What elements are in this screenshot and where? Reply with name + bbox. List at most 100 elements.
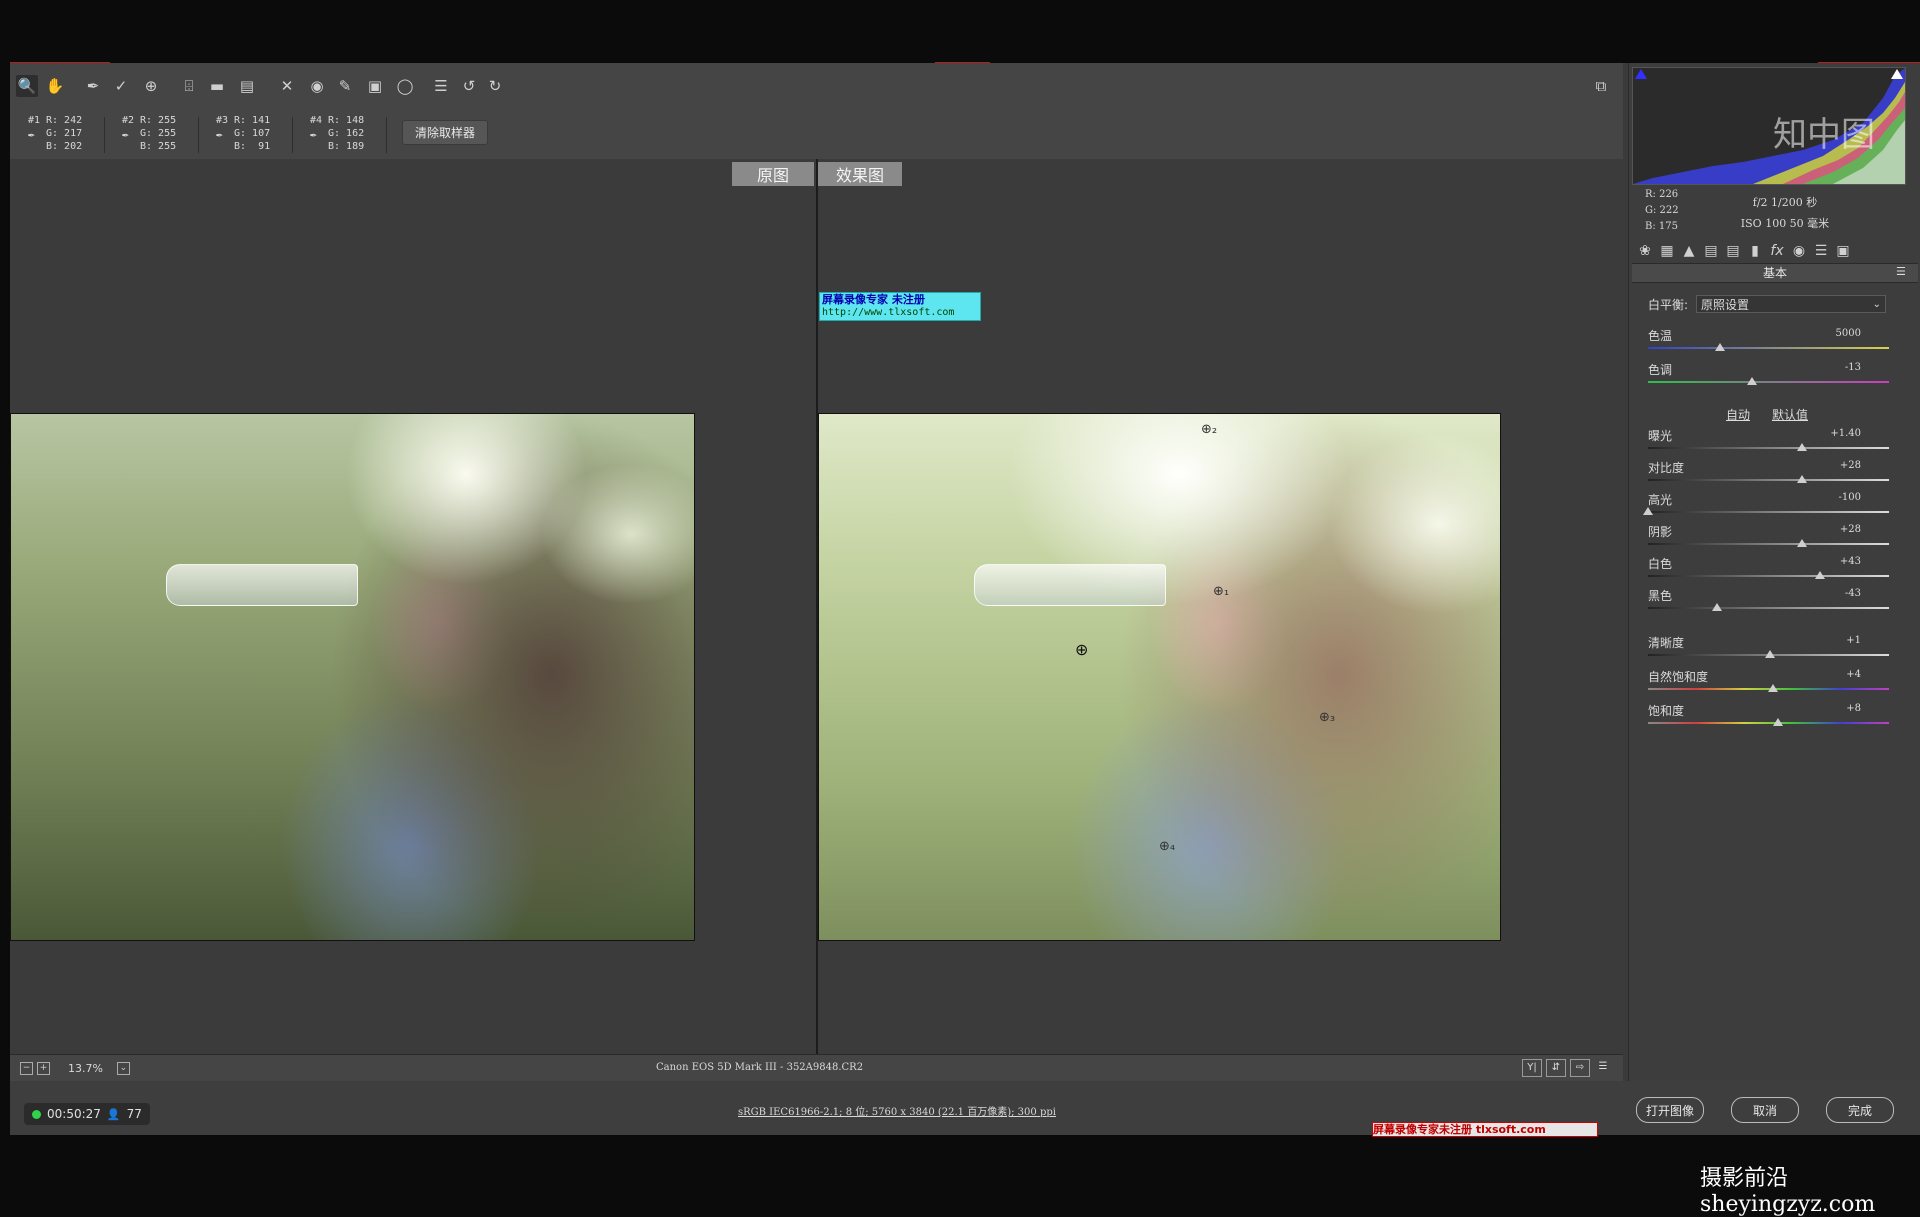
slider-thumb[interactable] (1773, 718, 1784, 726)
slider-track[interactable] (1648, 447, 1889, 449)
after-label: 效果图 (818, 162, 902, 186)
slider-value[interactable]: +28 (1840, 460, 1861, 471)
timer-value: 00:50:27 (47, 1107, 101, 1121)
water-bottle (166, 564, 358, 606)
slider-thumb[interactable] (1797, 443, 1808, 451)
slider-track[interactable] (1648, 479, 1889, 481)
default-button[interactable]: 默认值 (1772, 406, 1808, 423)
slider-thumb[interactable] (1768, 684, 1779, 692)
done-button[interactable]: 完成 (1826, 1097, 1894, 1123)
divider (198, 117, 199, 153)
white-balance-select[interactable]: 原照设置 ⌄ (1696, 295, 1886, 313)
slider-thumb[interactable] (1797, 539, 1808, 547)
file-name: Canon EOS 5D Mark III - 352A9848.CR2 (656, 1062, 864, 1073)
divider (292, 117, 293, 153)
basic-tab-icon[interactable]: ❀ (1636, 243, 1654, 259)
chevron-down-icon[interactable]: ⌄ (116, 1062, 130, 1075)
slider-track[interactable] (1648, 543, 1889, 545)
slider-thumb[interactable] (1797, 475, 1808, 483)
eyedropper-icon: ✒ (216, 128, 223, 141)
red-eye-icon[interactable]: ◉ (306, 75, 328, 97)
zoom-out-button[interactable]: − (20, 1062, 33, 1075)
color-sampler-icon[interactable]: ✓ (110, 75, 132, 97)
after-photo[interactable]: ⊕₂ ⊕₁ ⊕₃ ⊕₄ ⊕ (818, 413, 1501, 941)
snapshots-tab-icon[interactable]: ▣ (1834, 243, 1852, 259)
split-toning-tab-icon[interactable]: ▤ (1724, 243, 1742, 259)
histogram: 知中图 (1632, 67, 1906, 185)
rotate-left-icon[interactable]: ↺ (458, 75, 480, 97)
graduated-filter-icon[interactable]: ▣ (364, 75, 386, 97)
targeted-adjustment-icon[interactable]: ⊕ (140, 75, 162, 97)
slider-value[interactable]: -43 (1845, 588, 1861, 599)
slider-thumb[interactable] (1815, 571, 1826, 579)
straighten-icon[interactable]: ▬ (206, 75, 228, 97)
preview-settings-icon[interactable]: ☰ (1594, 1059, 1612, 1075)
fullscreen-icon[interactable]: ⧉ (1590, 75, 1612, 97)
camera-calibration-tab-icon[interactable]: ◉ (1790, 243, 1808, 259)
before-after-view-icon[interactable]: Y| (1522, 1059, 1542, 1077)
adjustment-brush-icon[interactable]: ✎ (334, 75, 356, 97)
zoom-control: − + 13.7% ⌄ (20, 1062, 130, 1075)
swap-view-icon[interactable]: ⇵ (1546, 1059, 1566, 1077)
slider-track[interactable] (1648, 347, 1889, 349)
slider-track[interactable] (1648, 722, 1889, 724)
presets-tab-icon[interactable]: ☰ (1812, 243, 1830, 259)
slider-thumb[interactable] (1746, 377, 1757, 385)
slider-value[interactable]: -100 (1839, 492, 1861, 503)
crop-icon[interactable]: ⌹ (178, 75, 200, 97)
fx-tab-icon[interactable]: fx (1768, 243, 1786, 259)
zoom-icon[interactable]: 🔍 (16, 75, 38, 97)
open-image-button[interactable]: 打开图像 (1636, 1097, 1704, 1123)
slider-value[interactable]: +28 (1840, 524, 1861, 535)
slider-track[interactable] (1648, 511, 1889, 513)
before-photo[interactable] (10, 413, 695, 941)
slider-value[interactable]: +43 (1840, 556, 1861, 567)
slider-value[interactable]: +4 (1846, 669, 1861, 680)
rotate-right-icon[interactable]: ↻ (484, 75, 506, 97)
slider-value[interactable]: 5000 (1836, 328, 1861, 339)
eyedropper-icon: ✒ (28, 128, 35, 141)
spot-removal-icon[interactable]: ✕ (276, 75, 298, 97)
radial-filter-icon[interactable]: ◯ (394, 75, 416, 97)
zoom-level[interactable]: 13.7% (68, 1062, 103, 1075)
white-balance-icon[interactable]: ✒ (82, 75, 104, 97)
tone-curve-tab-icon[interactable]: ▦ (1658, 243, 1676, 259)
cancel-button[interactable]: 取消 (1731, 1097, 1799, 1123)
transform-icon[interactable]: ▤ (236, 75, 258, 97)
clear-samplers-button[interactable]: 清除取样器 (402, 120, 488, 145)
list-icon[interactable]: ☰ (430, 75, 452, 97)
slider-label: 阴影 (1648, 525, 1673, 539)
slider-value[interactable]: +1 (1846, 635, 1861, 646)
highlight-clipping-icon[interactable] (1891, 69, 1903, 79)
shadow-clipping-icon[interactable] (1635, 69, 1647, 79)
slider-value[interactable]: +8 (1846, 703, 1861, 714)
hand-icon[interactable]: ✋ (44, 75, 66, 97)
slider-track[interactable] (1648, 607, 1889, 609)
sampler-target-2-icon[interactable]: ⊕₂ (1201, 422, 1217, 437)
sampler-target-4-icon[interactable]: ⊕₄ (1159, 839, 1175, 854)
slider-thumb[interactable] (1711, 603, 1722, 611)
auto-button[interactable]: 自动 (1726, 406, 1750, 423)
sampler-target-3-icon[interactable]: ⊕₃ (1319, 710, 1335, 725)
zoom-in-button[interactable]: + (37, 1062, 50, 1075)
sampler-values: R: 141 G: 107 B: 91 (234, 115, 271, 152)
hsl-tab-icon[interactable]: ▤ (1702, 243, 1720, 259)
lens-tab-icon[interactable]: ▮ (1746, 243, 1764, 259)
slider-value[interactable]: +1.40 (1830, 428, 1861, 439)
panel-menu-icon[interactable]: ☰ (1896, 265, 1906, 278)
readout-b: B: 175 (1645, 221, 1678, 232)
slider-thumb[interactable] (1643, 507, 1653, 515)
slider-track[interactable] (1648, 575, 1889, 577)
slider-track[interactable] (1648, 381, 1889, 383)
slider-label: 色温 (1648, 329, 1673, 343)
sampler-values: R: 242 G: 217 B: 202 (46, 115, 83, 152)
detail-tab-icon[interactable]: ▲ (1680, 243, 1698, 259)
slider-thumb[interactable] (1715, 343, 1726, 351)
histogram-overlay-text: 知中图 (1773, 115, 1875, 155)
copy-settings-icon[interactable]: ⇨ (1570, 1059, 1590, 1077)
workflow-options-link[interactable]: sRGB IEC61966-2.1; 8 位; 5760 x 3840 (22.… (738, 1103, 1056, 1118)
slider-thumb[interactable] (1764, 650, 1775, 658)
sampler-target-1-icon[interactable]: ⊕₁ (1213, 584, 1229, 599)
slider-value[interactable]: -13 (1845, 362, 1861, 373)
toolbar: 🔍 ✋ ✒ ✓ ⊕ ⌹ ▬ ▤ ✕ ◉ ✎ ▣ ◯ ☰ ↺ ↻ ⧉ (10, 63, 1623, 112)
